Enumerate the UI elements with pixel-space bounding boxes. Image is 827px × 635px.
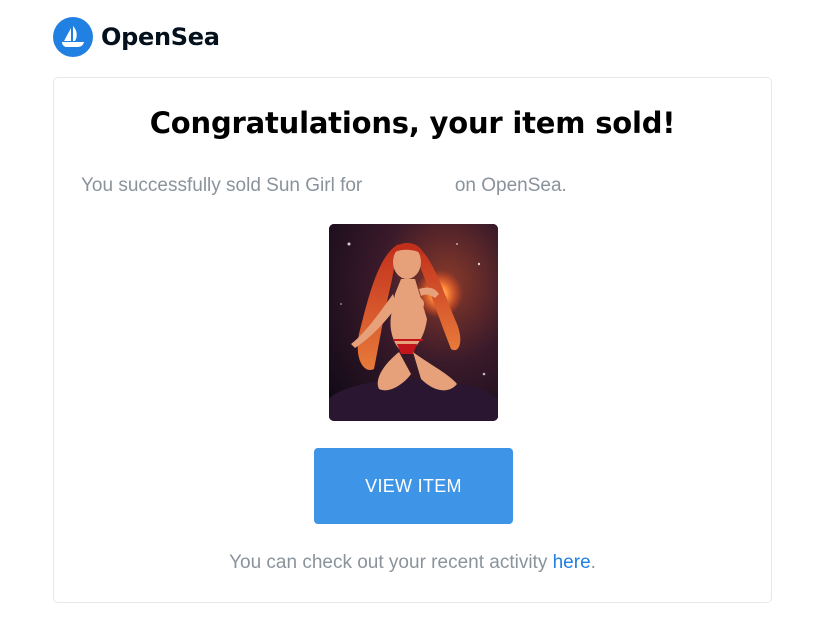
view-item-button[interactable]: VIEW ITEM (314, 448, 513, 524)
card-title: Congratulations, your item sold! (149, 106, 676, 140)
footer-message-prefix: You can check out your recent activity (229, 552, 548, 573)
sale-price-redacted (367, 175, 450, 196)
sale-notification-card: Congratulations, your item sold! You suc… (53, 77, 772, 603)
brand-name[interactable]: OpenSea (101, 23, 220, 51)
footer-message-suffix: . (590, 552, 596, 573)
boat-icon (62, 26, 84, 47)
opensea-logo-icon[interactable] (53, 17, 93, 57)
item-image[interactable] (329, 224, 498, 421)
item-artwork (329, 224, 498, 421)
here-link[interactable]: here (553, 552, 591, 573)
header: OpenSea (53, 17, 220, 57)
sale-message-suffix: on OpenSea. (454, 175, 567, 196)
sale-message: You successfully sold Sun Girl for on Op… (81, 175, 567, 197)
footer-message: You can check out your recent activity h… (54, 552, 771, 574)
sale-message-prefix: You successfully sold Sun Girl for (81, 175, 363, 196)
